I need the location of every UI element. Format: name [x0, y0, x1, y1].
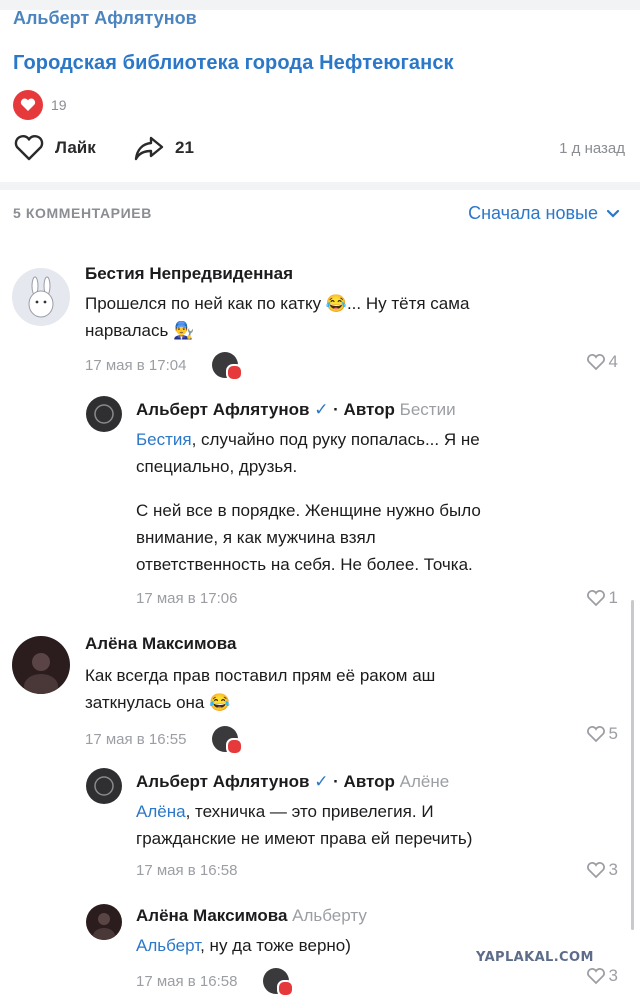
comment-time: 17 мая в 16:55	[85, 730, 187, 748]
reply-author[interactable]: Алёна Максимова	[136, 906, 287, 925]
post-author-link[interactable]: Альберт Афлятунов	[13, 8, 197, 29]
author-liked-icon	[212, 352, 244, 381]
reply-like-count: 1	[608, 588, 618, 607]
comment-like-button[interactable]: 4	[586, 352, 618, 372]
comment-time: 17 мая в 17:04	[85, 356, 187, 374]
reply-line: , случайно под руку попалась... Я не	[191, 430, 480, 449]
author-badge: · Автор	[333, 772, 395, 791]
share-button[interactable]: 21	[133, 134, 194, 162]
reply-line: ответственность на себя. Не более. Точка…	[136, 555, 473, 574]
author-badge: · Автор	[333, 400, 395, 419]
post-time: 1 д назад	[559, 140, 625, 157]
reply-item: Альберт Афлятунов ✓ · Автор Алёне Алёна,…	[0, 764, 640, 884]
sort-label: Сначала новые	[468, 203, 598, 223]
post-actions: Лайк 21 1 д назад	[13, 132, 625, 166]
reply-line: , ну да тоже верно)	[200, 936, 351, 955]
reply-author[interactable]: Альберт Афлятунов	[136, 772, 309, 791]
bunny-avatar-icon	[28, 276, 54, 318]
reply-line: внимание, я как мужчина взял	[136, 528, 376, 547]
comment-line: Прошелся по ней как по катку 😂... Ну тёт…	[85, 294, 470, 313]
reply-line: гражданские не имеют права ей перечить)	[136, 829, 473, 848]
reply-like-button[interactable]: 3	[586, 860, 618, 880]
chevron-down-icon	[606, 209, 620, 218]
like-button[interactable]: Лайк	[13, 134, 96, 162]
heart-outline-icon	[586, 968, 605, 985]
reply-line: специально, друзья.	[136, 457, 298, 476]
reply-line: , техничка — это привелегия. И	[185, 802, 434, 821]
avatar[interactable]	[86, 396, 122, 432]
verified-icon: ✓	[314, 772, 329, 791]
reply-like-count: 3	[608, 966, 618, 985]
comment-author[interactable]: Бестия Непредвиденная	[85, 264, 293, 284]
reply-time: 17 мая в 16:58	[136, 972, 238, 990]
shares-count: 21	[175, 138, 194, 157]
avatar[interactable]	[86, 904, 122, 940]
comment-like-count: 4	[608, 352, 618, 371]
heart-outline-icon	[586, 862, 605, 879]
reply-item: Алёна Максимова Альберту Альберт, ну да …	[0, 900, 640, 997]
comment-meta: 17 мая в 16:55	[85, 726, 244, 755]
comment-meta: 17 мая в 17:04	[85, 352, 244, 381]
mention-link[interactable]: Алёна	[136, 802, 186, 821]
share-icon	[134, 136, 164, 161]
avatar[interactable]	[12, 268, 70, 326]
mention-link[interactable]: Бестия	[136, 430, 192, 449]
mention-link[interactable]: Альберт	[136, 936, 200, 955]
reply-like-button[interactable]: 3	[586, 966, 618, 986]
comment-text: Прошелся по ней как по катку 😂... Ну тёт…	[85, 290, 615, 344]
reply-time: 17 мая в 16:58	[136, 862, 238, 879]
avatar[interactable]	[12, 636, 70, 694]
avatar[interactable]	[86, 768, 122, 804]
reply-text: Алёна, техничка — это привелегия. И граж…	[136, 798, 616, 852]
heart-outline-icon	[14, 135, 44, 161]
watermark: YAPLAKAL.COM	[476, 950, 594, 965]
comment-line: нарвалась 👨‍🔧	[85, 321, 195, 340]
verified-icon: ✓	[314, 400, 329, 419]
scrollbar[interactable]	[631, 600, 634, 930]
reply-text: Бестия, случайно под руку попалась... Я …	[136, 426, 616, 578]
reply-author-line: Альберт Афлятунов ✓ · Автор Алёне	[136, 772, 449, 792]
comment-author[interactable]: Алёна Максимова	[85, 634, 236, 654]
user-avatar-icon	[93, 913, 115, 940]
group-link[interactable]: Городская библиотека города Нефтеюганск	[13, 52, 454, 75]
reply-meta: 17 мая в 16:58	[136, 968, 295, 997]
author-liked-icon	[212, 726, 244, 755]
author-liked-icon	[263, 968, 295, 997]
heart-reaction-icon	[13, 90, 43, 120]
comment-item: Бестия Непредвиденная Прошелся по ней ка…	[0, 258, 640, 381]
like-label: Лайк	[55, 138, 96, 157]
author-avatar-icon	[94, 776, 114, 796]
reply-author-line: Алёна Максимова Альберту	[136, 906, 367, 926]
reply-to[interactable]: Алёне	[400, 772, 450, 791]
reply-line: С ней все в порядке. Женщине нужно было	[136, 501, 481, 520]
reply-time: 17 мая в 17:06	[136, 590, 238, 607]
heart-outline-icon	[586, 726, 605, 743]
reply-meta: 17 мая в 16:58	[136, 862, 237, 879]
sort-dropdown[interactable]: Сначала новые	[468, 203, 620, 224]
reply-author-line: Альберт Афлятунов ✓ · Автор Бестии	[136, 400, 456, 420]
comment-text: Как всегда прав поставил прям её раком а…	[85, 662, 615, 716]
author-avatar-icon	[94, 404, 114, 424]
comment-like-button[interactable]: 5	[586, 724, 618, 744]
reply-item: Альберт Афлятунов ✓ · Автор Бестии Бести…	[0, 392, 640, 614]
comment-line: Как всегда прав поставил прям её раком а…	[85, 666, 436, 685]
reply-meta: 17 мая в 17:06	[136, 590, 237, 607]
heart-outline-icon	[586, 590, 605, 607]
reply-author[interactable]: Альберт Афлятунов	[136, 400, 309, 419]
reactions-count: 19	[51, 97, 67, 113]
heart-outline-icon	[586, 354, 605, 371]
user-avatar-icon	[24, 653, 58, 694]
comment-item: Алёна Максимова Как всегда прав поставил…	[0, 630, 640, 755]
reply-like-button[interactable]: 1	[586, 588, 618, 608]
comment-line: заткнулась она 😂	[85, 693, 231, 712]
reply-to[interactable]: Альберту	[292, 906, 367, 925]
reply-to[interactable]: Бестии	[400, 400, 456, 419]
section-divider	[0, 182, 640, 190]
reply-like-count: 3	[608, 860, 618, 879]
comment-like-count: 5	[608, 724, 618, 743]
comments-count: 5 КОММЕНТАРИЕВ	[13, 205, 152, 221]
reactions-summary[interactable]: 19	[13, 90, 67, 120]
